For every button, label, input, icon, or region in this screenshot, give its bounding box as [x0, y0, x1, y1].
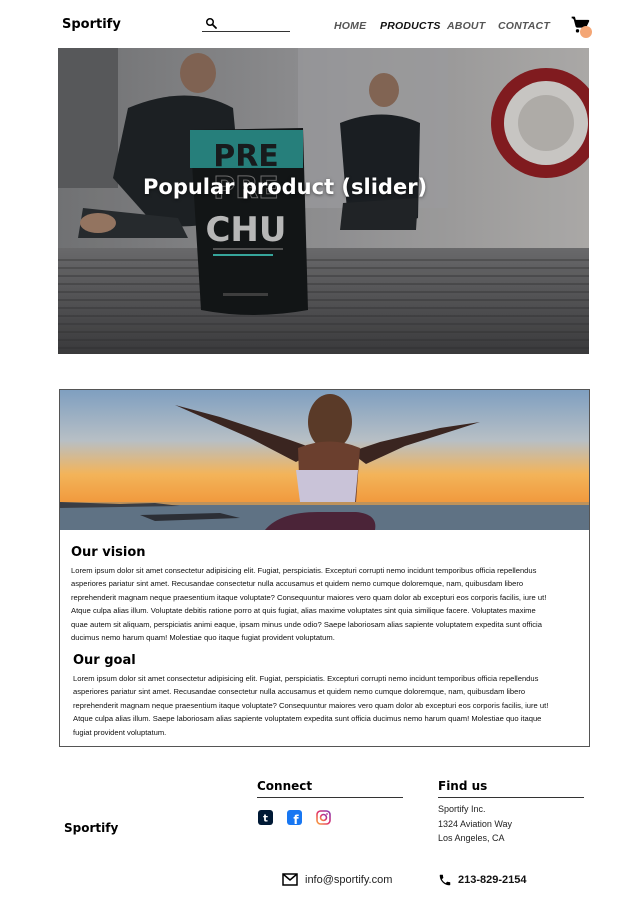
- hero-title: Popular product (slider): [143, 175, 428, 199]
- search-icon: [206, 18, 217, 29]
- vision-paragraph: Lorem ipsum dolor sit amet consectetur a…: [71, 566, 547, 643]
- address-line: Los Angeles, CA: [438, 833, 505, 843]
- search-input[interactable]: [202, 16, 290, 32]
- svg-text:f: f: [293, 813, 299, 825]
- cart-badge: [580, 26, 592, 38]
- connect-heading: Connect: [257, 779, 313, 793]
- email-icon: [282, 873, 298, 891]
- connect-divider: [257, 797, 403, 798]
- footer-brand[interactable]: Sportify: [64, 821, 118, 835]
- nav-contact[interactable]: CONTACT: [498, 20, 550, 32]
- yoga-sunset-image: [60, 390, 589, 530]
- goal-heading: Our goal: [73, 653, 136, 668]
- phone-link[interactable]: 213-829-2154: [458, 874, 527, 886]
- address-line: Sportify Inc.: [438, 804, 486, 814]
- hero-slider[interactable]: PRE PRE CHU: [58, 48, 589, 354]
- vision-heading: Our vision: [71, 545, 146, 560]
- nav-about[interactable]: ABOUT: [447, 20, 485, 32]
- svg-text:t: t: [263, 814, 268, 825]
- facebook-icon[interactable]: f: [287, 810, 302, 827]
- phone-icon: [438, 873, 452, 892]
- tumblr-icon[interactable]: t: [258, 810, 273, 825]
- nav-products[interactable]: PRODUCTS: [380, 20, 441, 32]
- brand-logo[interactable]: Sportify: [62, 17, 121, 32]
- hero-image: PRE PRE CHU: [58, 48, 589, 354]
- address-line: 1324 Aviation Way: [438, 818, 513, 829]
- instagram-icon[interactable]: [316, 810, 331, 825]
- nav-home[interactable]: HOME: [334, 20, 366, 32]
- address: Sportify Inc. 1324 Aviation Way Los Ange…: [438, 802, 512, 846]
- email-link[interactable]: info@sportify.com: [305, 874, 392, 886]
- findus-divider: [438, 797, 584, 798]
- findus-heading: Find us: [438, 779, 488, 793]
- goal-paragraph: Lorem ipsum dolor sit amet consectetur a…: [73, 674, 549, 737]
